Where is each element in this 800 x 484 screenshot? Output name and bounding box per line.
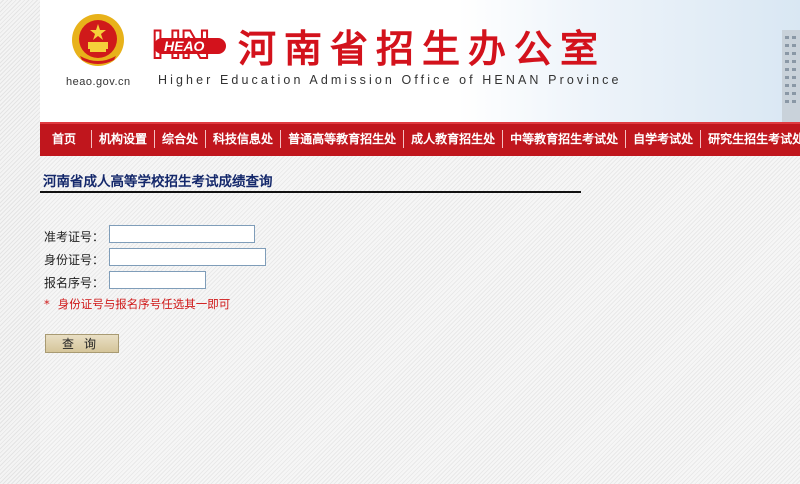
site-domain: heao.gov.cn <box>66 76 131 88</box>
heading-divider <box>40 191 581 193</box>
nav-separator <box>280 129 282 148</box>
left-decor-strip <box>0 0 40 484</box>
page-title: 河南省成人高等学校招生考试成绩查询 <box>43 174 273 190</box>
nav-graduate-admission[interactable]: 研究生招生考试处 <box>702 124 800 154</box>
exam-id-label: 准考证号： <box>44 230 105 244</box>
form-hint-text: 身份证号与报名序号任选其一即可 <box>57 297 231 311</box>
nav-home[interactable]: 首页 <box>40 124 90 154</box>
nav-separator <box>625 129 627 148</box>
nav-tech-info[interactable]: 科技信息处 <box>207 124 279 154</box>
id-card-label: 身份证号： <box>44 253 105 267</box>
nav-adult-ed[interactable]: 成人教育招生处 <box>405 124 501 154</box>
reg-no-label: 报名序号： <box>44 276 105 290</box>
main-nav: 首页 机构设置 综合处 科技信息处 普通高等教育招生处 成人教育招生处 中等教育招生考试处自… <box>40 122 800 156</box>
nav-separator <box>403 129 405 148</box>
nav-general-higher-ed[interactable]: 普通高等教育招生处 <box>282 124 402 154</box>
nav-separator <box>91 129 93 148</box>
building-icon <box>782 30 800 122</box>
query-button[interactable]: 查询 <box>45 334 119 353</box>
nav-separator <box>205 129 207 148</box>
heao-logo-icon: HN HEAO <box>152 22 226 68</box>
nav-separator <box>154 129 156 148</box>
nav-general-office[interactable]: 综合处 <box>156 124 204 154</box>
national-emblem-icon <box>72 14 124 66</box>
nav-org-structure[interactable]: 机构设置 <box>93 124 153 154</box>
nav-separator <box>700 129 702 148</box>
form-hint: * 身份证号与报名序号任选其一即可 <box>44 296 230 312</box>
logo-text: HEAO <box>164 38 205 54</box>
site-title-cn: 河南省招生办公室 <box>238 27 607 71</box>
required-star: * <box>44 297 50 311</box>
nav-separator <box>502 129 504 148</box>
nav-secondary-ed[interactable]: 中等教育招生考试处 <box>504 124 624 154</box>
site-title-en: Higher Education Admission Office of HEN… <box>158 73 622 87</box>
exam-id-input[interactable] <box>109 225 255 243</box>
reg-no-input[interactable] <box>109 271 206 289</box>
id-card-input[interactable] <box>109 248 266 266</box>
nav-self-study-exam[interactable]: 自学考试处 <box>627 124 699 154</box>
header-banner: heao.gov.cn HN HEAO 河南省招生办公室 Higher Educ… <box>40 0 800 122</box>
